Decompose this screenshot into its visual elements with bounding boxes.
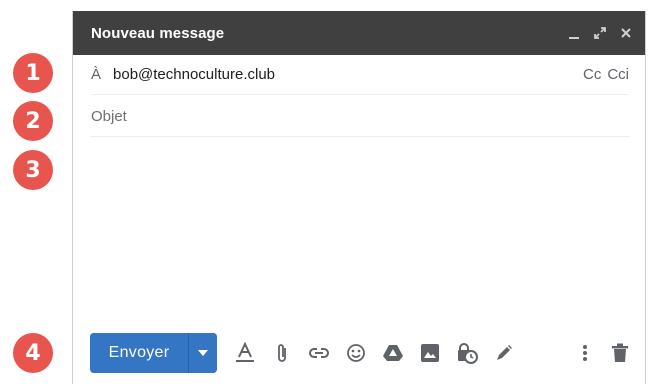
cc-link[interactable]: Cc [583,66,601,83]
screenshot-stage: 1 2 3 4 Nouveau message À bob@technocult… [0,0,649,384]
cc-bcc-links: Cc Cci [583,66,629,83]
caret-down-icon [198,350,208,356]
photo-icon[interactable] [418,341,441,365]
expand-icon[interactable] [593,26,607,40]
close-icon[interactable] [619,26,633,40]
lock-clock-icon[interactable] [455,341,478,365]
send-button[interactable]: Envoyer [90,333,188,373]
minimize-icon[interactable] [567,26,581,40]
bcc-link[interactable]: Cci [607,66,629,83]
callout-badge-2: 2 [13,101,53,141]
compose-toolbar: Envoyer [90,332,631,374]
recipients-input[interactable] [113,66,583,83]
recipients-row: À Cc Cci [91,55,629,95]
subject-row [91,97,629,137]
drive-icon[interactable] [381,341,404,365]
link-icon[interactable] [307,341,330,365]
trash-icon[interactable] [608,341,631,365]
send-button-group: Envoyer [90,333,217,373]
callout-badge-1: 1 [13,53,53,93]
compose-titlebar: Nouveau message [73,11,645,55]
callout-badge-4: 4 [13,333,53,373]
pen-icon[interactable] [492,341,515,365]
paperclip-icon[interactable] [270,341,293,365]
to-label: À [91,66,102,83]
message-body[interactable] [91,141,629,330]
send-options-button[interactable] [188,333,217,373]
toolbar-right [573,341,631,365]
formatting-tools [233,341,515,365]
compose-title: Nouveau message [91,24,225,42]
subject-input[interactable] [91,108,629,125]
more-vert-icon[interactable] [573,341,596,365]
callout-badge-3: 3 [13,150,53,190]
emoji-icon[interactable] [344,341,367,365]
text-format-icon[interactable] [233,341,256,365]
compose-window: Nouveau message À bob@technoculture.club… [72,11,646,384]
window-controls [567,26,633,40]
